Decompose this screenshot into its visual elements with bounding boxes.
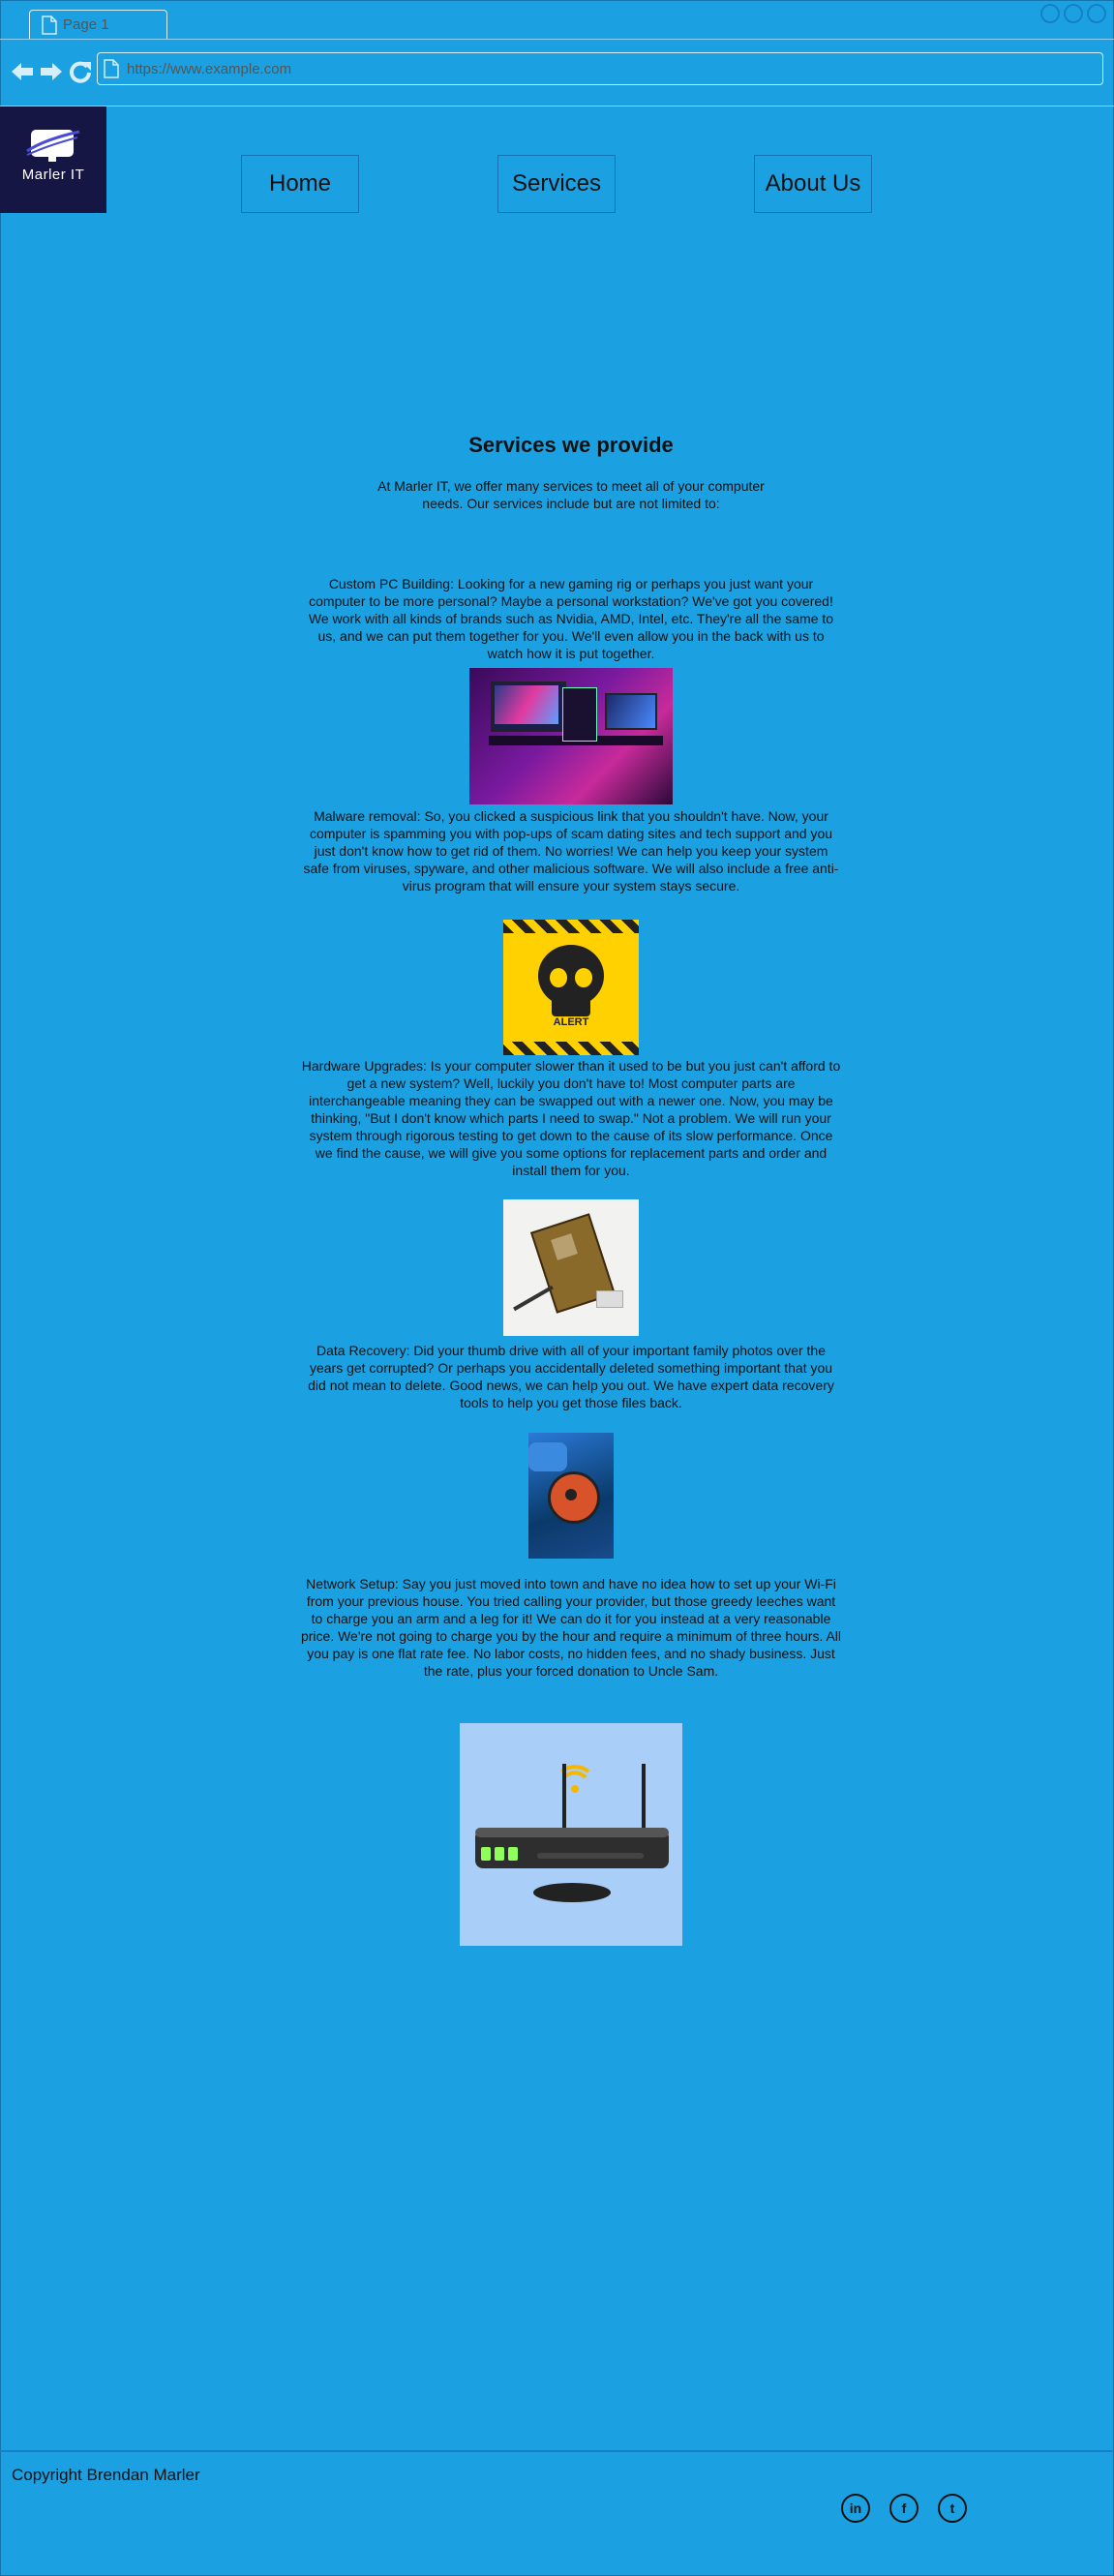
address-row: https://www.example.com [0,40,1114,106]
page-title: Services we provide [468,433,674,457]
browser-tab-bar: Page 1 [0,0,1114,40]
twitter-icon[interactable]: t [938,2494,967,2523]
wifi-router-image [460,1723,682,1946]
url-bar[interactable]: https://www.example.com [97,52,1103,85]
router-icon [475,1764,669,1902]
close-button[interactable] [1087,4,1106,23]
intro-text: At Marler IT, we offer many services to … [377,478,765,511]
motherboard-image [503,1199,639,1336]
forward-arrow-icon[interactable] [39,59,64,84]
scam-alert-label: SCAM ALERT [553,1005,589,1028]
logo[interactable]: Marler IT [0,106,106,213]
service-data-recovery-text: Data Recovery: Did your thumb drive with… [308,1343,834,1410]
copyright-text: Copyright Brendan Marler [12,2466,200,2484]
refresh-icon[interactable] [68,59,93,84]
logo-text: Marler IT [21,167,85,183]
service-malware-text: Malware removal: So, you clicked a suspi… [303,808,839,894]
nav-home-button[interactable]: Home [241,155,359,213]
page-icon [42,15,57,35]
back-arrow-icon[interactable] [10,59,35,84]
page-icon [104,59,119,78]
url-placeholder: https://www.example.com [127,61,292,77]
gaming-pc-image [469,668,673,804]
nav-services-button[interactable]: Services [497,155,616,213]
linkedin-icon[interactable]: in [841,2494,870,2523]
tab-title: Page 1 [63,16,109,33]
service-custom-pc-text: Custom PC Building: Looking for a new ga… [308,576,834,661]
maximize-button[interactable] [1064,4,1083,23]
services-section: Services we provide [290,433,852,458]
scam-alert-image: SCAM ALERT [503,920,639,1055]
facebook-icon[interactable]: f [889,2494,918,2523]
footer: Copyright Brendan Marler in f t [0,2450,1114,2576]
hard-drive-image [528,1433,614,1559]
browser-tab[interactable]: Page 1 [29,10,167,39]
monitor-logo-icon [26,130,80,162]
service-network-text: Network Setup: Say you just moved into t… [300,1576,842,1679]
nav-about-us-button[interactable]: About Us [754,155,872,213]
service-hardware-text: Hardware Upgrades: Is your computer slow… [301,1058,841,1178]
minimize-button[interactable] [1040,4,1060,23]
